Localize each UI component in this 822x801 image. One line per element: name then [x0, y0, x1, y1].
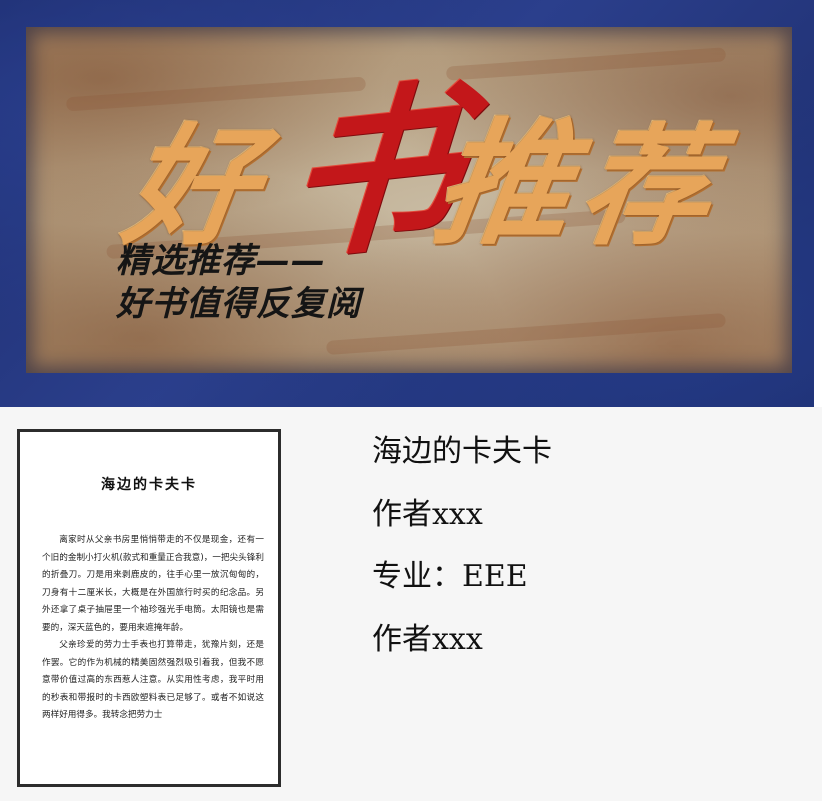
banner-title-char-4: 荐 — [570, 111, 722, 263]
book-title: 海边的卡夫卡 — [372, 434, 552, 469]
book-author: 作者xxx — [372, 497, 483, 532]
banner-title-char-3: 推 — [424, 106, 583, 263]
banner-title-char-1: 好 — [115, 111, 267, 263]
book-major: 专业：EEE — [372, 559, 528, 594]
banner-edge — [814, 0, 822, 407]
banner-subtitle-line-2: 好书值得反复阅 — [116, 284, 361, 324]
book-author-secondary: 作者xxx — [372, 622, 483, 657]
book-cover-excerpt: 离家时从父亲书房里悄悄带走的不仅是现金，还有一个旧的金制小打火机(款式和重量正合… — [42, 532, 264, 725]
book-cover-title: 海边的卡夫卡 — [101, 477, 197, 493]
book-cover-image[interactable]: 海边的卡夫卡 离家时从父亲书房里悄悄带走的不仅是现金，还有一个旧的金制小打火机(… — [17, 429, 281, 787]
book-excerpt-paragraph: 父亲珍爱的劳力士手表也打算带走，犹豫片刻，还是作罢。它的作为机械的精美固然强烈吸… — [42, 640, 264, 720]
banner-title: 好 书 推 荐 — [115, 63, 746, 287]
banner: 好 书 推 荐 精选推荐—— 好书值得反复阅 — [0, 0, 822, 407]
banner-subtitle-line-1: 精选推荐—— — [116, 241, 326, 281]
book-excerpt-paragraph: 离家时从父亲书房里悄悄带走的不仅是现金，还有一个旧的金制小打火机(款式和重量正合… — [42, 535, 264, 633]
